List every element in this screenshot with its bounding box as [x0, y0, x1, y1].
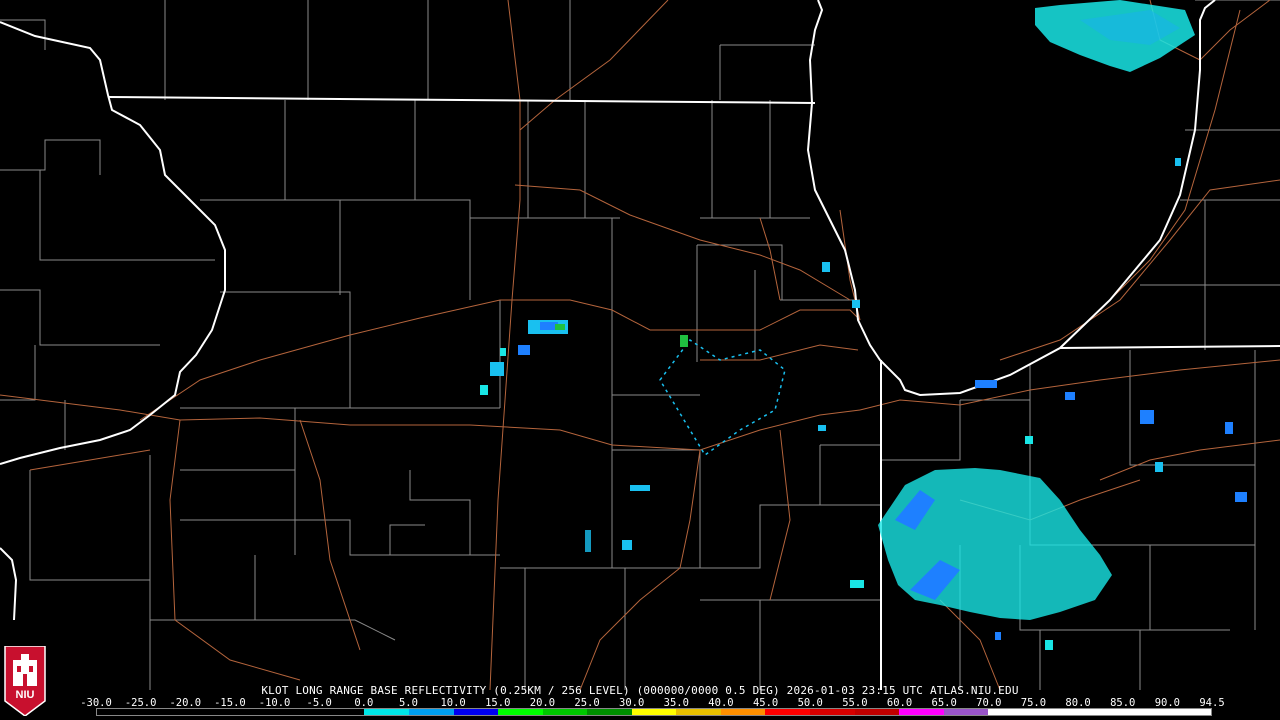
colorbar-segment — [141, 709, 187, 715]
colorbar-segment — [1077, 709, 1122, 715]
colorbar-segment — [542, 709, 588, 715]
colorbar-segment — [899, 709, 944, 715]
colorbar-segment — [943, 709, 989, 715]
colorbar-segment — [587, 709, 632, 715]
colorbar-segment — [364, 709, 409, 715]
colorbar-segment — [720, 709, 766, 715]
colorbar-segment — [631, 709, 677, 715]
reflectivity-colorbar — [96, 708, 1212, 716]
colorbar-segment — [230, 709, 276, 715]
colorbar-segment — [854, 709, 900, 715]
radar-map — [0, 0, 1280, 691]
colorbar-segment — [1032, 709, 1078, 715]
product-caption: KLOT LONG RANGE BASE REFLECTIVITY (0.25K… — [261, 684, 1019, 697]
colorbar-segment — [810, 709, 855, 715]
colorbar-segment — [1166, 709, 1212, 715]
colorbar-segment — [1121, 709, 1167, 715]
colorbar-segment — [498, 709, 543, 715]
colorbar-segment — [676, 709, 721, 715]
niu-logo: NIU — [4, 646, 46, 716]
colorbar-segment — [408, 709, 454, 715]
radar-echoes-northeast — [1035, 0, 1195, 72]
colorbar-segment — [453, 709, 499, 715]
colorbar-segment — [319, 709, 365, 715]
colorbar-segment — [97, 709, 142, 715]
colorbar-segment — [275, 709, 320, 715]
radar-echoes-southeast — [850, 380, 1247, 650]
colorbar-segment — [765, 709, 810, 715]
colorbar-segment — [186, 709, 231, 715]
colorbar-segment — [988, 709, 1033, 715]
